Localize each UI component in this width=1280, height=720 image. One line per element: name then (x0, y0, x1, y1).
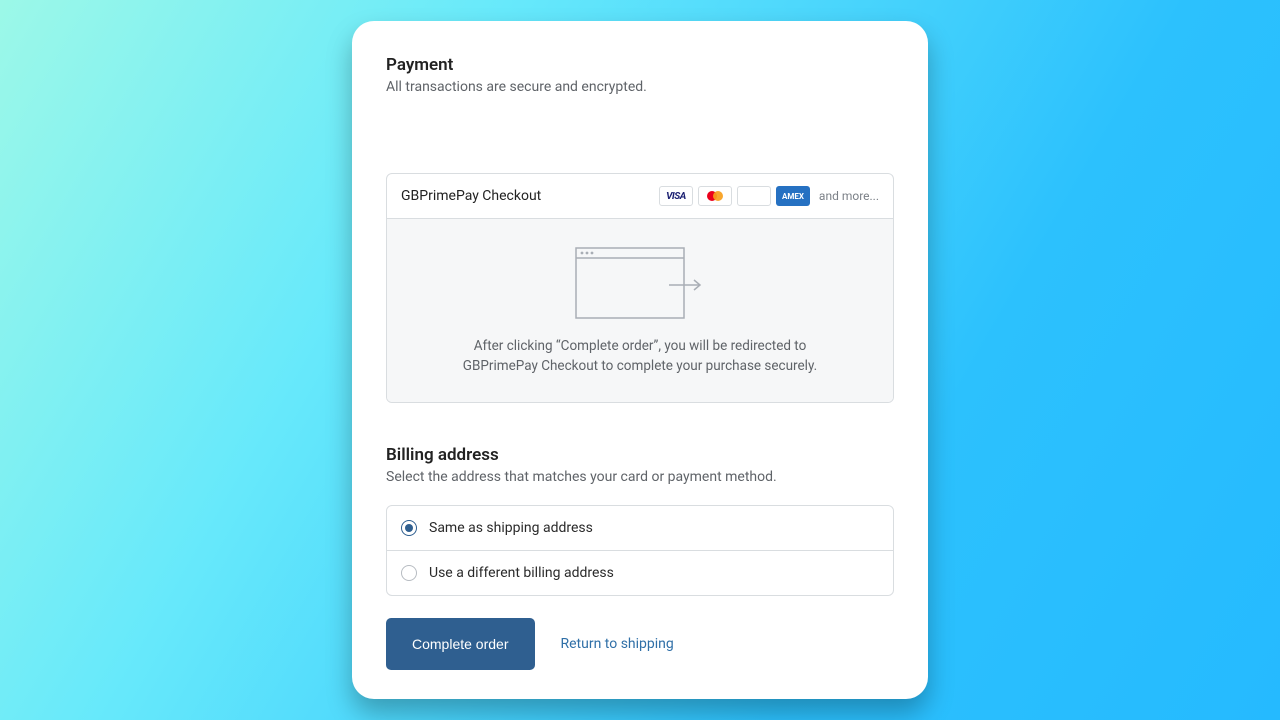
billing-option-label: Use a different billing address (429, 565, 614, 581)
payment-method-name: GBPrimePay Checkout (401, 188, 659, 204)
payment-subtitle: All transactions are secure and encrypte… (386, 79, 894, 95)
return-to-shipping-link[interactable]: Return to shipping (561, 636, 674, 652)
payment-method-box: GBPrimePay Checkout VISA AMEX and more..… (386, 173, 894, 403)
billing-subtitle: Select the address that matches your car… (386, 469, 894, 485)
billing-title: Billing address (386, 445, 894, 465)
and-more-label: and more... (819, 189, 879, 203)
radio-icon (401, 520, 417, 536)
payment-title: Payment (386, 55, 894, 75)
complete-order-button[interactable]: Complete order (386, 618, 535, 670)
radio-icon (401, 565, 417, 581)
jcb-icon (737, 186, 771, 206)
mastercard-icon (698, 186, 732, 206)
payment-section-header: Payment All transactions are secure and … (386, 55, 894, 95)
payment-card: Payment All transactions are secure and … (352, 21, 928, 699)
billing-option-same[interactable]: Same as shipping address (387, 506, 893, 550)
billing-option-different[interactable]: Use a different billing address (387, 550, 893, 595)
billing-radio-group: Same as shipping address Use a different… (386, 505, 894, 596)
billing-section: Billing address Select the address that … (386, 445, 894, 596)
actions-row: Complete order Return to shipping (386, 618, 894, 670)
amex-icon: AMEX (776, 186, 810, 206)
redirect-text: After clicking “Complete order”, you wil… (460, 337, 820, 376)
payment-method-header[interactable]: GBPrimePay Checkout VISA AMEX and more..… (387, 174, 893, 219)
billing-option-label: Same as shipping address (429, 520, 593, 536)
payment-card-icons: VISA AMEX and more... (659, 186, 879, 206)
redirect-window-icon (575, 247, 705, 319)
visa-icon: VISA (659, 186, 693, 206)
payment-method-body: After clicking “Complete order”, you wil… (387, 219, 893, 402)
